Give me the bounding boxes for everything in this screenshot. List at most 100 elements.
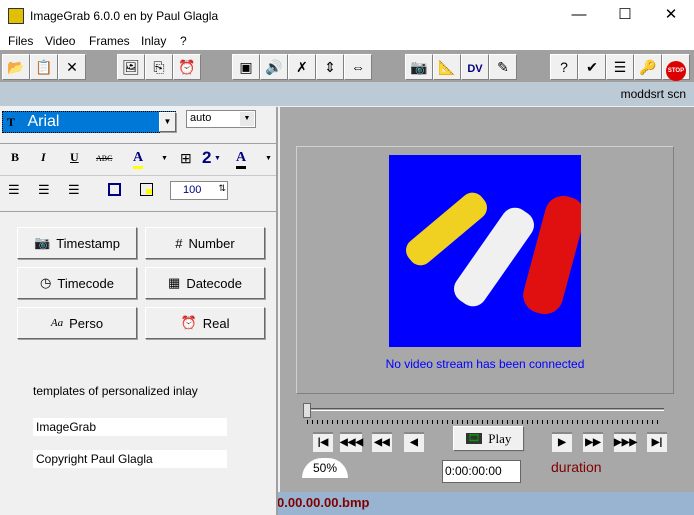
- sound-button[interactable]: 🔊: [260, 54, 288, 80]
- chevron-down-icon[interactable]: ▼: [214, 155, 221, 162]
- border-width-button[interactable]: 2: [202, 148, 211, 168]
- background-color-button[interactable]: A: [236, 150, 247, 169]
- align-left-icon[interactable]: ☰: [8, 182, 20, 198]
- menu-video[interactable]: Video: [45, 34, 75, 48]
- open-folder-button[interactable]: 📂: [2, 54, 30, 80]
- play-label: Play: [488, 430, 512, 446]
- dv-icon: DV: [467, 63, 483, 75]
- button-label: Perso: [69, 315, 104, 331]
- filename-bar: 0.00.00.00.bmp: [278, 492, 694, 515]
- menu-files[interactable]: Files: [8, 34, 33, 48]
- template-field-2[interactable]: Copyright Paul Glagla: [33, 450, 227, 468]
- chevron-down-icon[interactable]: ▼: [265, 155, 272, 162]
- spin-arrows-icon[interactable]: ⇅: [218, 183, 226, 194]
- opacity-spinner[interactable]: 100 ⇅: [170, 181, 228, 200]
- font-select[interactable]: T Arial: [2, 111, 176, 133]
- open-folder-icon: 📂: [7, 59, 25, 75]
- text-color-button[interactable]: A: [133, 150, 144, 169]
- datecode-button[interactable]: ▦ Datecode: [145, 267, 265, 299]
- film-icon: 🎞: [465, 433, 483, 444]
- zoom-value: 50%: [312, 461, 338, 475]
- maximize-button[interactable]: ☐: [602, 0, 648, 32]
- strikethrough-button[interactable]: ABC: [96, 154, 112, 163]
- camera-icon: 📷: [410, 59, 428, 75]
- menu-inlay[interactable]: Inlay: [141, 34, 166, 48]
- rewind-button[interactable]: ◀◀: [372, 432, 392, 452]
- templates-label: templates of personalized inlay: [33, 384, 198, 398]
- horizontal-resize-button[interactable]: ⇔: [344, 54, 372, 80]
- position-slider-thumb[interactable]: [303, 403, 311, 418]
- stop-button[interactable]: STOP: [662, 54, 690, 81]
- filename: 0.00.00.00.bmp: [278, 495, 370, 510]
- no-video-message: No video stream has been connected: [385, 357, 585, 371]
- underline-button[interactable]: U: [70, 150, 79, 165]
- template-field-1[interactable]: ImageGrab: [33, 418, 227, 436]
- slider-ticks: [307, 420, 660, 424]
- capture-device-button[interactable]: ✎: [489, 54, 517, 80]
- font-dropdown-arrow[interactable]: ▼: [159, 112, 176, 132]
- paste-button[interactable]: 📋: [30, 54, 58, 80]
- screen-button[interactable]: ▣: [232, 54, 260, 80]
- capture-device-icon: ✎: [497, 59, 509, 75]
- close-button[interactable]: ✕: [648, 0, 694, 32]
- fast-rewind-button[interactable]: ◀◀◀: [340, 432, 363, 452]
- size-value: auto: [190, 112, 212, 124]
- align-right-icon[interactable]: ☰: [68, 182, 80, 198]
- last-frame-button[interactable]: ▶|: [647, 432, 667, 452]
- font-value: Arial: [27, 113, 60, 130]
- timecode-field[interactable]: 0:00:00:00: [442, 460, 521, 483]
- bold-button[interactable]: B: [11, 150, 19, 165]
- border-grid-icon[interactable]: ⊞: [180, 150, 192, 167]
- align-center-icon[interactable]: ☰: [38, 182, 50, 198]
- position-bottom-icon[interactable]: [108, 183, 121, 196]
- number-icon: #: [175, 235, 183, 251]
- number-button[interactable]: # Number: [145, 227, 265, 259]
- vertical-resize-button[interactable]: ⇕: [316, 54, 344, 80]
- export-image-button[interactable]: 🖼: [117, 54, 145, 80]
- timestamp-button[interactable]: 📷 Timestamp: [17, 227, 137, 259]
- divider: [0, 211, 276, 212]
- window-title: ImageGrab 6.0.0 en by Paul Glagla: [30, 9, 219, 23]
- first-frame-button[interactable]: |◀: [313, 432, 333, 452]
- perso-button[interactable]: Aa Perso: [17, 307, 137, 339]
- delete-button[interactable]: ✕: [58, 54, 86, 80]
- real-button[interactable]: ⏰ Real: [145, 307, 265, 339]
- next-frame-button[interactable]: ▶: [552, 432, 572, 452]
- properties-button[interactable]: ☰: [606, 54, 634, 80]
- italic-button[interactable]: I: [41, 150, 46, 165]
- button-label: Real: [202, 315, 230, 331]
- register-icon: ✔: [586, 59, 598, 75]
- horizontal-resize-icon: ⇔: [351, 59, 365, 75]
- export-image-icon: 🖼: [122, 59, 140, 75]
- clock-icon: ◷: [40, 275, 52, 290]
- fast-forward-button[interactable]: ▶▶▶: [614, 432, 637, 452]
- sound-icon: 🔊: [265, 59, 283, 75]
- alarm-clock-button[interactable]: ⏰: [173, 54, 201, 80]
- menu-help[interactable]: ?: [180, 34, 187, 48]
- size-select[interactable]: auto ▼: [186, 110, 256, 128]
- screen-icon: ▣: [239, 59, 253, 75]
- help-icon: ?: [560, 59, 568, 75]
- camera-button[interactable]: 📷: [405, 54, 433, 80]
- menu-frames[interactable]: Frames: [89, 34, 130, 48]
- no-video-image: [389, 155, 581, 347]
- position-slider-track[interactable]: [306, 408, 664, 411]
- button-label: Timestamp: [56, 235, 120, 251]
- help-button[interactable]: ?: [550, 54, 578, 80]
- delete-icon: ✕: [66, 59, 78, 75]
- settings-tool-button[interactable]: 📐: [433, 54, 461, 80]
- position-icon[interactable]: [140, 183, 153, 196]
- toolbar: 📂 📋 ✕ 🖼 ⎘ ⏰ ▣ 🔊 ✗ ⇕ ⇔ 📷 📐 DV ✎? ✔ ☰ 🔑 STOP: [0, 50, 694, 82]
- timecode-button[interactable]: ◷ Timecode: [17, 267, 137, 299]
- chevron-down-icon[interactable]: ▼: [161, 155, 168, 162]
- dv-button[interactable]: DV: [461, 54, 489, 80]
- previous-frame-button[interactable]: ◀: [404, 432, 424, 452]
- play-button[interactable]: 🎞 Play: [453, 426, 524, 451]
- key-button[interactable]: 🔑: [634, 54, 662, 80]
- register-button[interactable]: ✔: [578, 54, 606, 80]
- minimize-button[interactable]: —: [556, 0, 602, 32]
- no-video-button[interactable]: ✗: [288, 54, 316, 80]
- forward-button[interactable]: ▶▶: [583, 432, 603, 452]
- copy-button[interactable]: ⎘: [145, 54, 173, 80]
- chevron-down-icon[interactable]: ▼: [240, 112, 254, 126]
